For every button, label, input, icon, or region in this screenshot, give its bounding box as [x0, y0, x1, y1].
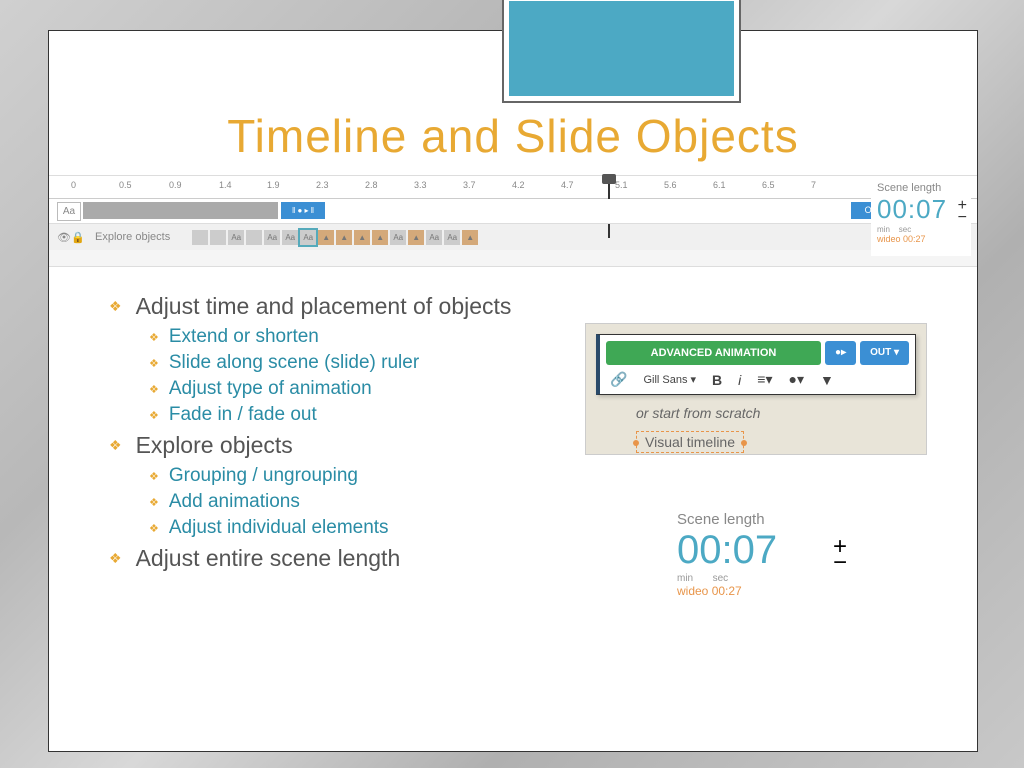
object-chip[interactable]: ▲ — [336, 230, 352, 245]
out-button[interactable]: OUT ▾ — [860, 341, 909, 365]
bold-button[interactable]: B — [708, 372, 726, 388]
object-chip[interactable]: ▲ — [318, 230, 334, 245]
visibility-icon[interactable]: 👁 — [57, 231, 71, 244]
object-chip[interactable]: ▲ — [372, 230, 388, 245]
more-button[interactable]: ▼ — [816, 372, 838, 388]
slide-title: Timeline and Slide Objects — [49, 109, 977, 163]
object-chip[interactable] — [246, 230, 262, 245]
bullet-l1: ❖Adjust time and placement of objects — [109, 293, 937, 320]
object-chip[interactable]: ▲ — [462, 230, 478, 245]
lock-icon[interactable]: 🔒 — [71, 231, 85, 244]
object-chip[interactable]: Aa — [390, 230, 406, 245]
scene-length-large: Scene length 00:07 min sec wideo 00:27 +… — [677, 511, 837, 598]
clip-segment[interactable] — [83, 202, 278, 219]
scene-length-panel: Scene length 00:07 min sec wideo 00:27 +… — [871, 178, 971, 256]
italic-button[interactable]: i — [734, 372, 745, 388]
object-chip[interactable]: Aa — [264, 230, 280, 245]
timeline-ruler[interactable]: 0 0.5 0.9 1.4 1.9 2.3 2.8 3.3 3.7 4.2 4.… — [49, 176, 977, 199]
font-select[interactable]: Gill Sans ▾ — [639, 373, 700, 386]
object-chip[interactable]: Aa — [444, 230, 460, 245]
objects-label[interactable]: Explore objects — [95, 231, 170, 243]
object-chip[interactable]: Aa — [426, 230, 442, 245]
timeline-panel: 0 0.5 0.9 1.4 1.9 2.3 2.8 3.3 3.7 4.2 4.… — [49, 175, 977, 267]
object-chip[interactable]: Aa — [282, 230, 298, 245]
object-chip[interactable]: Aa — [228, 230, 244, 245]
scene-minus-button[interactable]: − — [958, 212, 967, 224]
toggle-button[interactable]: ●▸ — [825, 341, 856, 365]
bullet-l2: ❖Add animations — [149, 491, 937, 513]
object-chip[interactable]: ▲ — [408, 230, 424, 245]
caption-text: or start from scratch — [636, 405, 876, 421]
scene-minus-button[interactable]: − — [833, 555, 847, 571]
align-button[interactable]: ≡▾ — [753, 371, 776, 388]
bullet-l2: ❖Grouping / ungrouping — [149, 465, 937, 487]
formatting-toolbar: ADVANCED ANIMATION ●▸ OUT ▾ 🔗 Gill Sans … — [585, 323, 927, 455]
color-button[interactable]: ●▾ — [784, 371, 807, 388]
object-chip[interactable] — [210, 230, 226, 245]
object-chip-selected[interactable]: Aa — [300, 230, 316, 245]
object-chip[interactable]: ▲ — [354, 230, 370, 245]
advanced-animation-button[interactable]: ADVANCED ANIMATION — [606, 341, 821, 365]
clip-in-handle[interactable]: ‖ ● ▸ ‖ — [281, 202, 325, 219]
text-clip-icon: Aa — [57, 202, 81, 221]
accent-decoration — [504, 0, 739, 101]
playhead-icon[interactable] — [602, 174, 616, 184]
object-chip[interactable] — [192, 230, 208, 245]
visual-timeline-box[interactable]: Visual timeline — [636, 431, 744, 453]
timeline-track[interactable]: Aa ‖ ● ▸ ‖ Out ‖ — [49, 199, 977, 224]
link-icon[interactable]: 🔗 — [606, 371, 631, 388]
objects-row: 👁 🔒 Explore objects Aa Aa Aa Aa ▲ ▲ ▲ ▲ … — [49, 224, 977, 250]
